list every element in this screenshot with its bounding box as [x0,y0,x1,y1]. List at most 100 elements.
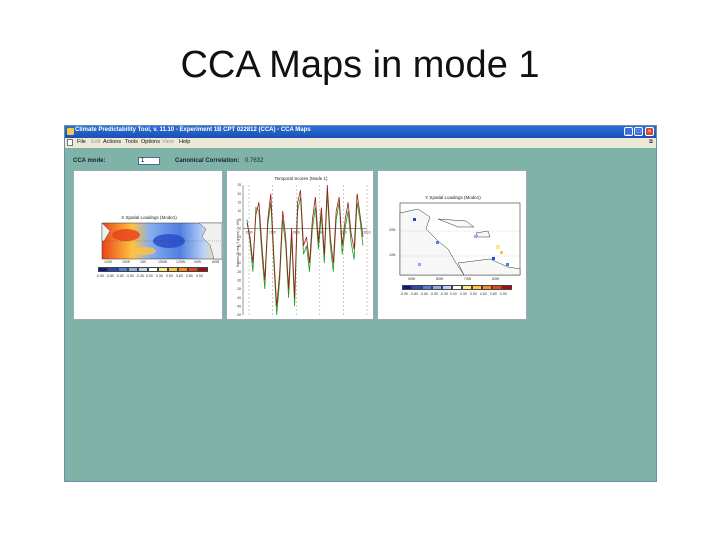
tick-label: -0.60 [116,274,124,278]
colorbar-swatch [462,285,472,290]
tick-label: 0.30 [460,292,467,296]
colorbar-swatch [422,285,432,290]
x-map-svg [101,222,222,260]
cca-mode-label: CCA mode: [73,158,106,164]
tick-label: 150W [158,260,168,264]
tick-label: 180 [140,260,146,264]
temporal-y-tick: -25 [236,270,241,274]
window-titlebar[interactable]: Climate Predictability Tool, v. 11.10 - … [65,126,656,138]
temporal-scores-panel[interactable]: Temporal Scores (Mode 1) Scores (X red, … [226,170,374,320]
tick-label: 0.60 [176,274,183,278]
y-map-station [496,245,500,249]
tick-label: 0.50 [166,274,173,278]
tick-label: 60W [492,277,500,281]
colorbar-swatch [412,285,422,290]
x-map-positive-loading [132,247,156,255]
tick-label: 0.00 [146,274,153,278]
y-map-station [506,263,509,266]
colorbar-swatch [482,285,492,290]
temporal-y-tick: 15 [237,201,241,205]
y-map-station [413,218,416,221]
temporal-y-tick: -40 [236,296,241,300]
canonical-correlation-value: 0.7632 [245,158,264,164]
temporal-y-tick: 25 [237,183,241,187]
colorbar-swatch [188,267,198,272]
menu-help[interactable]: Help [179,139,190,145]
menu-actions[interactable]: Actions [103,139,121,145]
menu-view[interactable]: View [162,139,174,145]
colorbar-swatch [108,267,118,272]
colorbar-swatch [98,267,108,272]
y-map-station [500,251,503,254]
colorbar-swatch [472,285,482,290]
tick-label: -0.60 [420,292,428,296]
tick-label: 0.00 [450,292,457,296]
y-map-station [474,235,477,238]
application-window: Climate Predictability Tool, v. 11.10 - … [64,125,657,482]
temporal-y-tick: 20 [237,192,241,196]
temporal-y-tick: 10 [237,209,241,213]
tick-label: 120W [176,260,186,264]
colorbar-swatch [138,267,148,272]
y-map-svg [399,202,521,276]
y-spatial-loadings-panel[interactable]: Y Spatial Loadings (Mode1) 20N 10N 90W 80W… [377,170,527,320]
temporal-y-tick: -45 [236,305,241,309]
temporal-y-tick: -35 [236,287,241,291]
colorbar-swatch [148,267,158,272]
colorbar-swatch [168,267,178,272]
tick-label: -0.80 [410,292,418,296]
tick-label: 150E [122,260,131,264]
canonical-correlation-label: Canonical Correlation: [175,158,240,164]
temporal-x-tick: 2010 [363,230,370,234]
close-button[interactable]: × [645,127,654,136]
minimize-button[interactable]: _ [624,127,633,136]
document-icon [67,139,73,146]
y-map-station [436,241,439,244]
colorbar-swatch [128,267,138,272]
temporal-y-tick: 5 [239,218,241,222]
menu-options[interactable]: Options [141,139,160,145]
temporal-y-tick: -10 [236,244,241,248]
colorbar-swatch [452,285,462,290]
colorbar-swatch [492,285,502,290]
tick-label: 80W [436,277,444,281]
tick-label: -0.50 [126,274,134,278]
tick-label: 60W [212,260,220,264]
tick-label: 70W [464,277,472,281]
tick-label: 0.80 [186,274,193,278]
y-map-station [418,263,421,266]
tick-label: -0.30 [136,274,144,278]
tick-label: 20N [389,228,396,232]
y-map-station [492,257,495,260]
tick-label: -0.90 [96,274,104,278]
tick-label: 0.90 [500,292,507,296]
temporal-y-tick: -50 [236,313,241,317]
temporal-y-tick: -15 [236,253,241,257]
temporal-y-tick: -30 [236,279,241,283]
temporal-y-tick: 0 [239,227,241,231]
window-title: Climate Predictability Tool, v. 11.10 - … [75,127,311,133]
slide-title: CCA Maps in mode 1 [180,44,540,86]
restore-icon[interactable]: ⧉ [649,139,653,146]
tick-label: -0.80 [106,274,114,278]
temporal-y-tick: -5 [238,235,241,239]
maximize-button[interactable]: □ [634,127,643,136]
tick-label: -0.90 [400,292,408,296]
colorbar-swatch [118,267,128,272]
tick-label: 90W [408,277,416,281]
x-map-warm-anomaly [112,229,140,241]
colorbar-swatch [198,267,208,272]
cca-toolbar: CCA mode: 1 Canonical Correlation: 0.763… [65,148,656,170]
tick-label: 0.60 [480,292,487,296]
tick-label: 90W [194,260,202,264]
menu-tools[interactable]: Tools [125,139,138,145]
cca-mode-spinner[interactable]: 1 [138,157,160,165]
menu-edit[interactable]: Edit [91,139,100,145]
colorbar-swatch [432,285,442,290]
x-spatial-loadings-panel[interactable]: X Spatial Loadings (Mode1) 120E 150E 180 1 [73,170,223,320]
tick-label: 120E [104,260,113,264]
tick-label: 0.80 [490,292,497,296]
app-icon [67,128,74,135]
colorbar-swatch [158,267,168,272]
menu-file[interactable]: File [77,139,86,145]
